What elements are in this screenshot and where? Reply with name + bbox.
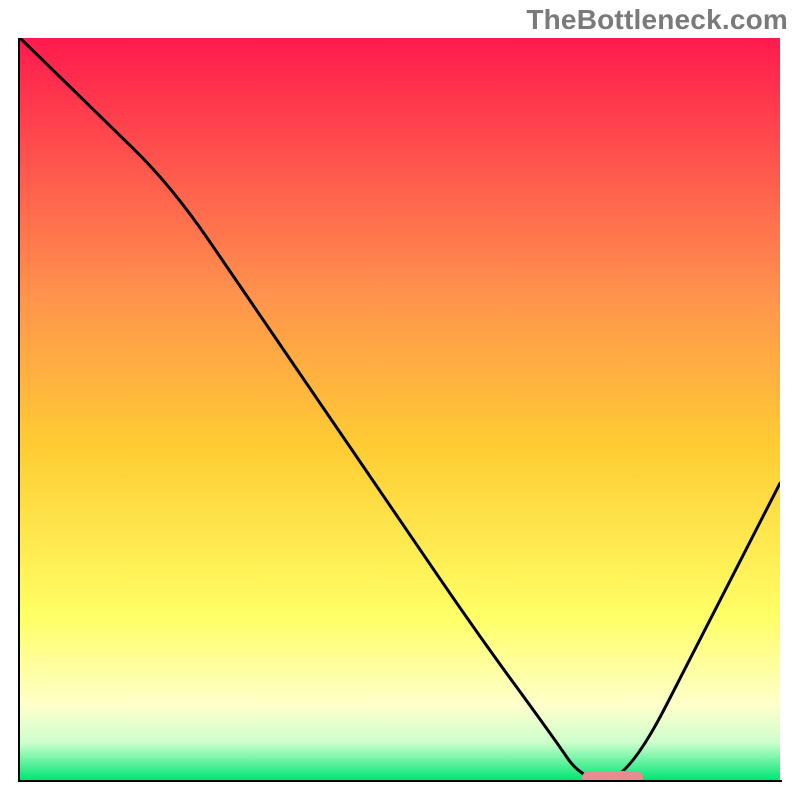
optimal-range-marker: [582, 771, 643, 780]
watermark-text: TheBottleneck.com: [526, 4, 788, 36]
plot-area: [20, 38, 780, 780]
bottleneck-curve: [20, 38, 780, 780]
chart-stage: TheBottleneck.com: [0, 0, 800, 800]
curve-layer: [20, 38, 780, 780]
